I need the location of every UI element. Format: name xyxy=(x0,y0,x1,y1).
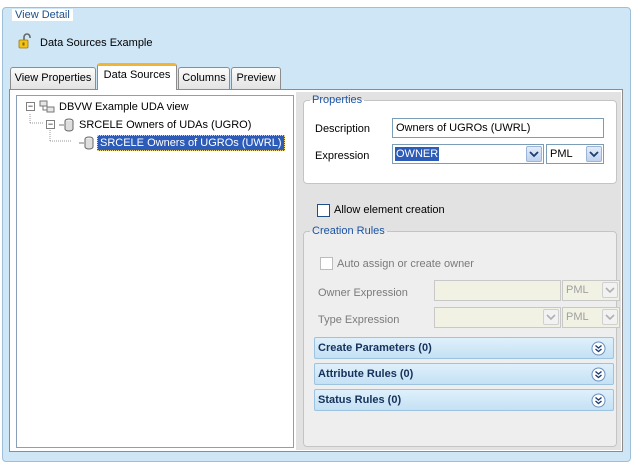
status-rules-title: Status Rules (0) xyxy=(318,394,402,406)
tab-preview[interactable]: Preview xyxy=(231,67,281,89)
chevron-down-icon[interactable] xyxy=(526,146,542,162)
tree-node-dbvw[interactable]: − DBVW Example UDA view xyxy=(17,99,293,115)
status-rules-section[interactable]: Status Rules (0) xyxy=(314,389,614,411)
properties-legend: Properties xyxy=(312,94,363,106)
tab-data-sources[interactable]: Data Sources xyxy=(97,63,177,90)
tree-node-ugro[interactable]: − SRCELE Owners of UDAs (UGRO) xyxy=(17,117,293,133)
description-field[interactable]: Owners of UGROs (UWRL) xyxy=(392,118,604,138)
view-icon xyxy=(39,100,55,113)
frame-title: View Detail xyxy=(12,9,73,21)
expression-label: Expression xyxy=(315,150,370,162)
auto-assign-label: Auto assign or create owner xyxy=(337,258,474,270)
create-parameters-title: Create Parameters (0) xyxy=(318,342,432,354)
double-chevron-down-icon[interactable] xyxy=(591,367,606,382)
header-title: Data Sources Example xyxy=(40,37,153,49)
detail-panel: Properties Description Owners of UGROs (… xyxy=(296,92,621,450)
allow-element-creation-label: Allow element creation xyxy=(334,204,445,216)
double-chevron-down-icon[interactable] xyxy=(591,393,606,408)
tab-content: − DBVW Example UDA view − SRCELE Owners … xyxy=(9,89,623,452)
attribute-rules-title: Attribute Rules (0) xyxy=(318,368,414,380)
owner-expression-field[interactable] xyxy=(434,280,561,301)
collapse-icon[interactable]: − xyxy=(26,102,35,111)
data-source-tree[interactable]: − DBVW Example UDA view − SRCELE Owners … xyxy=(16,95,294,448)
expression-language-value: PML xyxy=(550,148,573,160)
owner-expression-label: Owner Expression xyxy=(318,287,408,299)
type-language-select[interactable]: PML xyxy=(562,307,620,328)
collapse-icon[interactable]: − xyxy=(46,120,55,129)
chevron-down-icon[interactable] xyxy=(543,309,559,325)
chevron-down-icon[interactable] xyxy=(602,309,618,325)
properties-group: Properties xyxy=(303,94,617,184)
create-parameters-section[interactable]: Create Parameters (0) xyxy=(314,337,614,359)
owner-language-select[interactable]: PML xyxy=(562,280,620,301)
auto-assign-checkbox[interactable] xyxy=(320,257,333,270)
tree-node-label-selected: SRCELE Owners of UGROs (UWRL) xyxy=(97,135,285,151)
tab-columns[interactable]: Columns xyxy=(178,67,230,89)
type-language-value: PML xyxy=(566,311,589,323)
database-icon xyxy=(79,136,94,150)
double-chevron-down-icon[interactable] xyxy=(591,341,606,356)
expression-language-select[interactable]: PML xyxy=(546,144,604,164)
expression-value: OWNER xyxy=(395,147,440,161)
type-expression-label: Type Expression xyxy=(318,314,400,326)
tree-node-uwrl[interactable]: SRCELE Owners of UGROs (UWRL) xyxy=(17,135,293,151)
tree-node-label: DBVW Example UDA view xyxy=(59,101,189,113)
creation-rules-legend: Creation Rules xyxy=(312,225,385,237)
chevron-down-icon[interactable] xyxy=(602,282,618,298)
chevron-down-icon[interactable] xyxy=(586,146,602,162)
tab-view-properties[interactable]: View Properties xyxy=(10,67,96,89)
database-icon xyxy=(59,118,74,132)
padlock-open-icon xyxy=(18,33,31,49)
attribute-rules-section[interactable]: Attribute Rules (0) xyxy=(314,363,614,385)
allow-element-creation-checkbox[interactable] xyxy=(317,204,330,217)
tree-node-label: SRCELE Owners of UDAs (UGRO) xyxy=(79,119,252,131)
owner-language-value: PML xyxy=(566,284,589,296)
type-expression-combo[interactable] xyxy=(434,307,561,328)
description-label: Description xyxy=(315,123,371,135)
expression-combo[interactable]: OWNER xyxy=(392,144,544,164)
